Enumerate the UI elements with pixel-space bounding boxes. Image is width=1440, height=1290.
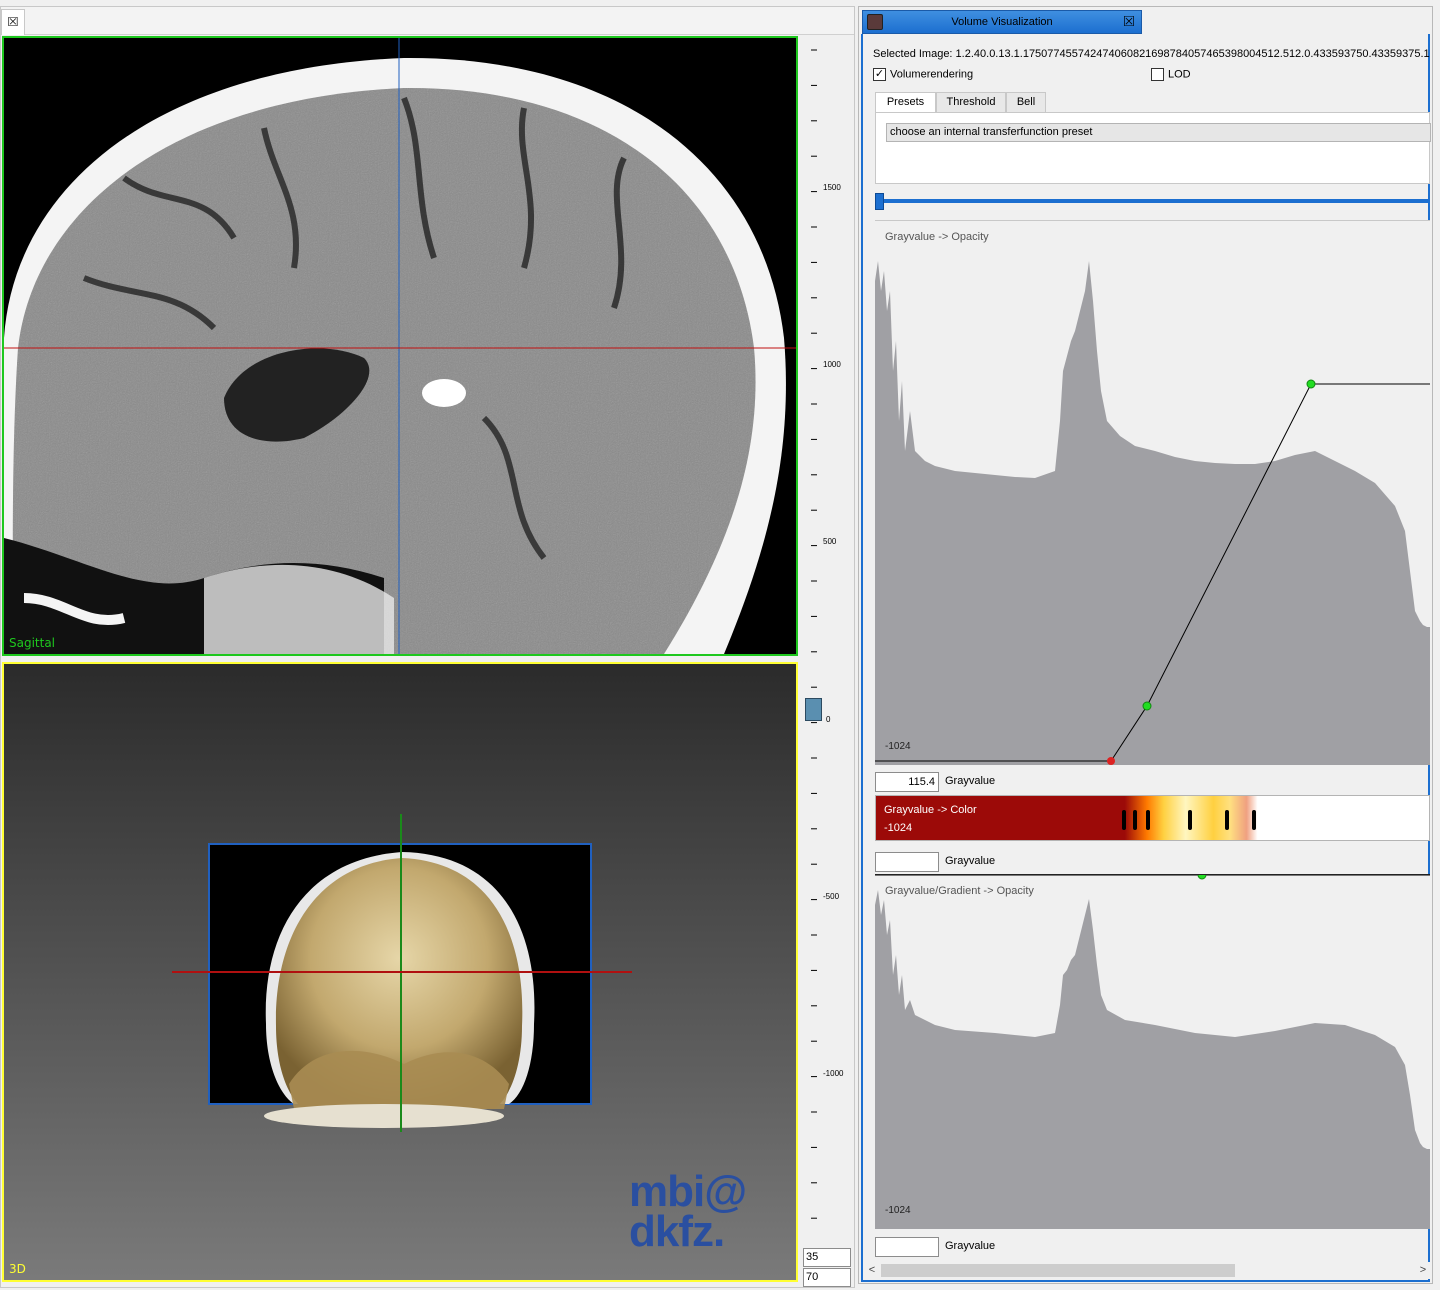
- tab-bell[interactable]: Bell: [1006, 92, 1046, 113]
- transfer-function-tabs: Presets Threshold Bell: [875, 92, 1430, 114]
- sagittal-view[interactable]: Sagittal: [2, 36, 798, 656]
- volumerendering-label: Volumerendering: [890, 68, 974, 81]
- sagittal-ct-image: [4, 38, 796, 654]
- horizontal-scrollbar[interactable]: < >: [865, 1262, 1430, 1279]
- color-control-point[interactable]: [1133, 810, 1137, 830]
- threed-view[interactable]: mbi@ dkfz. 3D: [2, 662, 798, 1282]
- color-bar-min-label: -1024: [884, 822, 913, 834]
- threed-view-label: 3D: [9, 1262, 26, 1276]
- gradient-grayvalue-input[interactable]: [875, 1237, 939, 1257]
- color-control-point[interactable]: [1188, 810, 1192, 830]
- lod-check-box[interactable]: [1151, 68, 1164, 81]
- level-window-handle[interactable]: [805, 698, 822, 721]
- sagittal-view-label: Sagittal: [9, 636, 56, 650]
- opacity-plot-min-label: -1024: [885, 741, 911, 752]
- opacity-grayvalue-input[interactable]: 115.4: [875, 772, 939, 792]
- gradient-plot-title: Grayvalue/Gradient -> Opacity: [885, 885, 1034, 897]
- scroll-left-icon[interactable]: <: [865, 1262, 879, 1279]
- scale-label: 500: [823, 537, 837, 546]
- opacity-plot-title: Grayvalue -> Opacity: [885, 231, 989, 243]
- color-control-point[interactable]: [1225, 810, 1229, 830]
- level-input[interactable]: 35: [803, 1248, 851, 1267]
- color-grayvalue-label: Grayvalue: [945, 855, 996, 867]
- tab-threshold[interactable]: Threshold: [936, 92, 1006, 113]
- grayvalue-opacity-plot[interactable]: Grayvalue -> Opacity -1024: [875, 220, 1430, 765]
- volumerendering-check-icon[interactable]: ✓: [873, 68, 886, 81]
- scale-label: 0: [826, 715, 831, 724]
- presets-panel: choose an internal transferfunction pres…: [875, 112, 1431, 184]
- close-icon[interactable]: ⮽: [1121, 13, 1137, 29]
- gradient-histogram: [875, 875, 1430, 1229]
- lod-label: LOD: [1168, 68, 1191, 81]
- gradient-plot-min-label: -1024: [885, 1205, 911, 1216]
- color-control-point[interactable]: [1146, 810, 1150, 830]
- volume-visualization-body: Selected Image: 1.2.40.0.13.1.1750774557…: [861, 34, 1431, 1282]
- volume-visualization-tab-title: Volume Visualization: [951, 16, 1053, 28]
- volume-visualization-tab[interactable]: Volume Visualization ⮽: [862, 10, 1142, 34]
- range-slider-track: [879, 199, 1430, 203]
- opacity-grayvalue-label: Grayvalue: [945, 775, 996, 787]
- color-grayvalue-input[interactable]: [875, 852, 939, 872]
- color-bar-title: Grayvalue -> Color: [884, 804, 977, 816]
- volume-visualization-panel: Volume Visualization ⮽ Selected Image: 1…: [858, 6, 1433, 1284]
- range-slider[interactable]: [875, 192, 1430, 212]
- volume-visualization-tabbar: Volume Visualization ⮽: [859, 7, 1432, 34]
- preset-dropdown[interactable]: choose an internal transferfunction pres…: [886, 123, 1431, 142]
- level-window-slider[interactable]: 1500 1000 500 0 -500 -1000 35 70: [801, 36, 854, 1287]
- scale-label: -500: [823, 892, 840, 901]
- level-window-scale: 1500 1000 500 0 -500 -1000: [811, 49, 844, 1219]
- render-window-panel: ⮽ Sagittal mbi@ dkfz. 3D 1500 1000 500 0…: [0, 6, 855, 1288]
- window-input[interactable]: 70: [803, 1268, 851, 1287]
- scale-label: 1500: [823, 183, 841, 192]
- mbi-dkfz-watermark-logo: mbi@ dkfz.: [629, 1167, 747, 1256]
- render-window-tab-close-icon[interactable]: ⮽: [1, 9, 25, 35]
- scale-label: 1000: [823, 360, 841, 369]
- selected-image-label: Selected Image: 1.2.40.0.13.1.1750774557…: [873, 48, 1430, 60]
- opacity-histogram: [875, 261, 1430, 765]
- scroll-right-icon[interactable]: >: [1416, 1262, 1430, 1279]
- tab-presets[interactable]: Presets: [875, 92, 936, 114]
- gradient-opacity-plot[interactable]: Grayvalue/Gradient -> Opacity -1024: [875, 874, 1430, 1229]
- range-slider-handle[interactable]: [875, 193, 884, 210]
- lod-checkbox[interactable]: LOD: [1151, 68, 1191, 84]
- color-control-point[interactable]: [1252, 810, 1256, 830]
- scale-label: -1000: [823, 1069, 844, 1078]
- grayvalue-color-bar[interactable]: Grayvalue -> Color -1024: [875, 795, 1430, 841]
- volumerendering-checkbox[interactable]: ✓ Volumerendering: [873, 68, 973, 84]
- gradient-grayvalue-label: Grayvalue: [945, 1240, 996, 1252]
- scrollbar-thumb[interactable]: [881, 1264, 1235, 1277]
- render-window-tabbar: ⮽: [1, 7, 854, 35]
- color-control-point[interactable]: [1122, 810, 1126, 830]
